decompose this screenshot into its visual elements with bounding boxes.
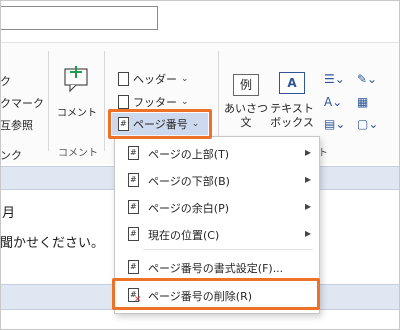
- plus-comment-icon: [64, 66, 88, 93]
- ribbon-separator: [104, 51, 105, 151]
- submenu-arrow-icon: ▸: [304, 145, 311, 159]
- menu-item-bottom-of-page[interactable]: # ページの下部(B) ▸: [115, 168, 319, 192]
- menu-divider: [143, 249, 313, 250]
- ribbon-partial-item[interactable]: クマーク: [0, 95, 44, 111]
- submenu-arrow-icon: ▸: [304, 172, 311, 186]
- text-box-label-line1: テキスト: [270, 102, 314, 115]
- menu-item-page-margins[interactable]: # ページの余白(P) ▸: [115, 195, 319, 219]
- document-line: 聞かせください。: [0, 236, 105, 251]
- menu-item-label: 現在の位置(C): [148, 229, 220, 242]
- ribbon-partial-group-label: ンク: [0, 149, 22, 162]
- format-page-number-icon: #: [128, 260, 139, 274]
- ribbon-partial-item[interactable]: ク: [0, 73, 11, 89]
- new-comment-label: コメント: [57, 108, 97, 119]
- greeting-label-line1: あいさつ: [224, 102, 268, 115]
- text-box-label-line2: ボックス: [270, 116, 314, 129]
- text-box-icon: A: [279, 72, 305, 94]
- header-button[interactable]: ヘッダー ⌄: [118, 70, 189, 88]
- menu-item-label: ページの下部(B): [148, 175, 230, 188]
- header-label: ヘッダー: [133, 73, 177, 86]
- highlight-page-number-button: [108, 109, 212, 139]
- drop-cap-icon[interactable]: ▤⌄: [324, 117, 345, 131]
- object-icon[interactable]: ▢⌄: [357, 117, 378, 131]
- submenu-arrow-icon: ▸: [304, 226, 311, 240]
- header-icon: [118, 72, 129, 86]
- menu-item-format-page-numbers[interactable]: # ページ番号の書式設定(F)...: [115, 255, 319, 279]
- date-time-icon[interactable]: ▦: [357, 95, 368, 109]
- current-position-icon: #: [128, 227, 139, 241]
- menu-item-top-of-page[interactable]: # ページの上部(T) ▸: [115, 141, 319, 165]
- page-margin-icon: #: [128, 200, 139, 214]
- signature-line-icon[interactable]: ✎⌄: [357, 72, 377, 86]
- chevron-down-icon: ⌄: [181, 97, 189, 107]
- menu-item-label: ページ番号の書式設定(F)...: [148, 262, 284, 275]
- quick-parts-icon[interactable]: ☰⌄: [324, 72, 345, 86]
- chevron-down-icon: ⌄: [181, 74, 189, 84]
- footer-icon: [118, 95, 129, 109]
- submenu-arrow-icon: ▸: [304, 199, 311, 213]
- document-line: 月: [2, 206, 16, 221]
- highlight-remove-page-numbers: [112, 278, 320, 310]
- menu-item-label: ページの上部(T): [148, 148, 230, 161]
- page-top-icon: #: [128, 146, 139, 160]
- greeting-label-line2: 文: [240, 116, 252, 129]
- footer-label: フッター: [133, 96, 177, 109]
- word-art-icon[interactable]: A⌄: [324, 95, 342, 109]
- comment-group-label: コメント: [58, 148, 98, 159]
- greeting-tile-icon: 例: [233, 74, 259, 96]
- ribbon-separator: [48, 51, 49, 151]
- ribbon-partial-item[interactable]: 互参照: [0, 117, 33, 133]
- title-field[interactable]: [0, 6, 158, 30]
- new-comment-button[interactable]: コメント: [57, 64, 97, 120]
- page-bottom-icon: #: [128, 173, 139, 187]
- menu-item-current-position[interactable]: # 現在の位置(C) ▸: [115, 222, 319, 246]
- menu-item-label: ページの余白(P): [148, 202, 229, 215]
